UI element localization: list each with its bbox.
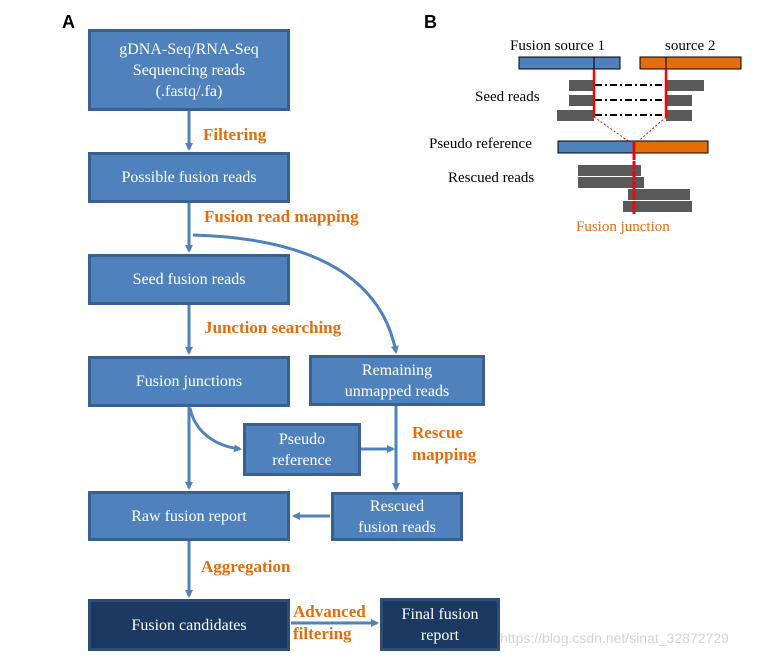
label-pseudo-reference: Pseudo reference — [429, 136, 532, 152]
pseudo-reference-source2 — [633, 140, 709, 154]
rescued-read — [578, 165, 641, 176]
seed-read-right — [666, 80, 704, 91]
seed-read-right — [666, 95, 692, 106]
watermark: https://blog.csdn.net/sinat_32872729 — [500, 630, 729, 646]
source1-bar — [518, 56, 621, 70]
label-rescued-reads: Rescued reads — [448, 170, 535, 186]
rescued-read — [628, 189, 690, 200]
label-seed-reads: Seed reads — [475, 89, 540, 105]
label-fusion-source-2: source 2 — [665, 38, 716, 54]
seed-read-left — [557, 110, 594, 121]
seed-read-left — [569, 80, 594, 91]
fusion-schematic — [518, 56, 742, 214]
pseudo-reference-source1 — [557, 140, 635, 154]
seed-read-left — [569, 95, 594, 106]
label-fusion-junction: Fusion junction — [576, 219, 670, 235]
seed-read-right — [666, 110, 692, 121]
label-fusion-source-1: Fusion source 1 — [510, 38, 605, 54]
source2-bar — [639, 56, 742, 70]
